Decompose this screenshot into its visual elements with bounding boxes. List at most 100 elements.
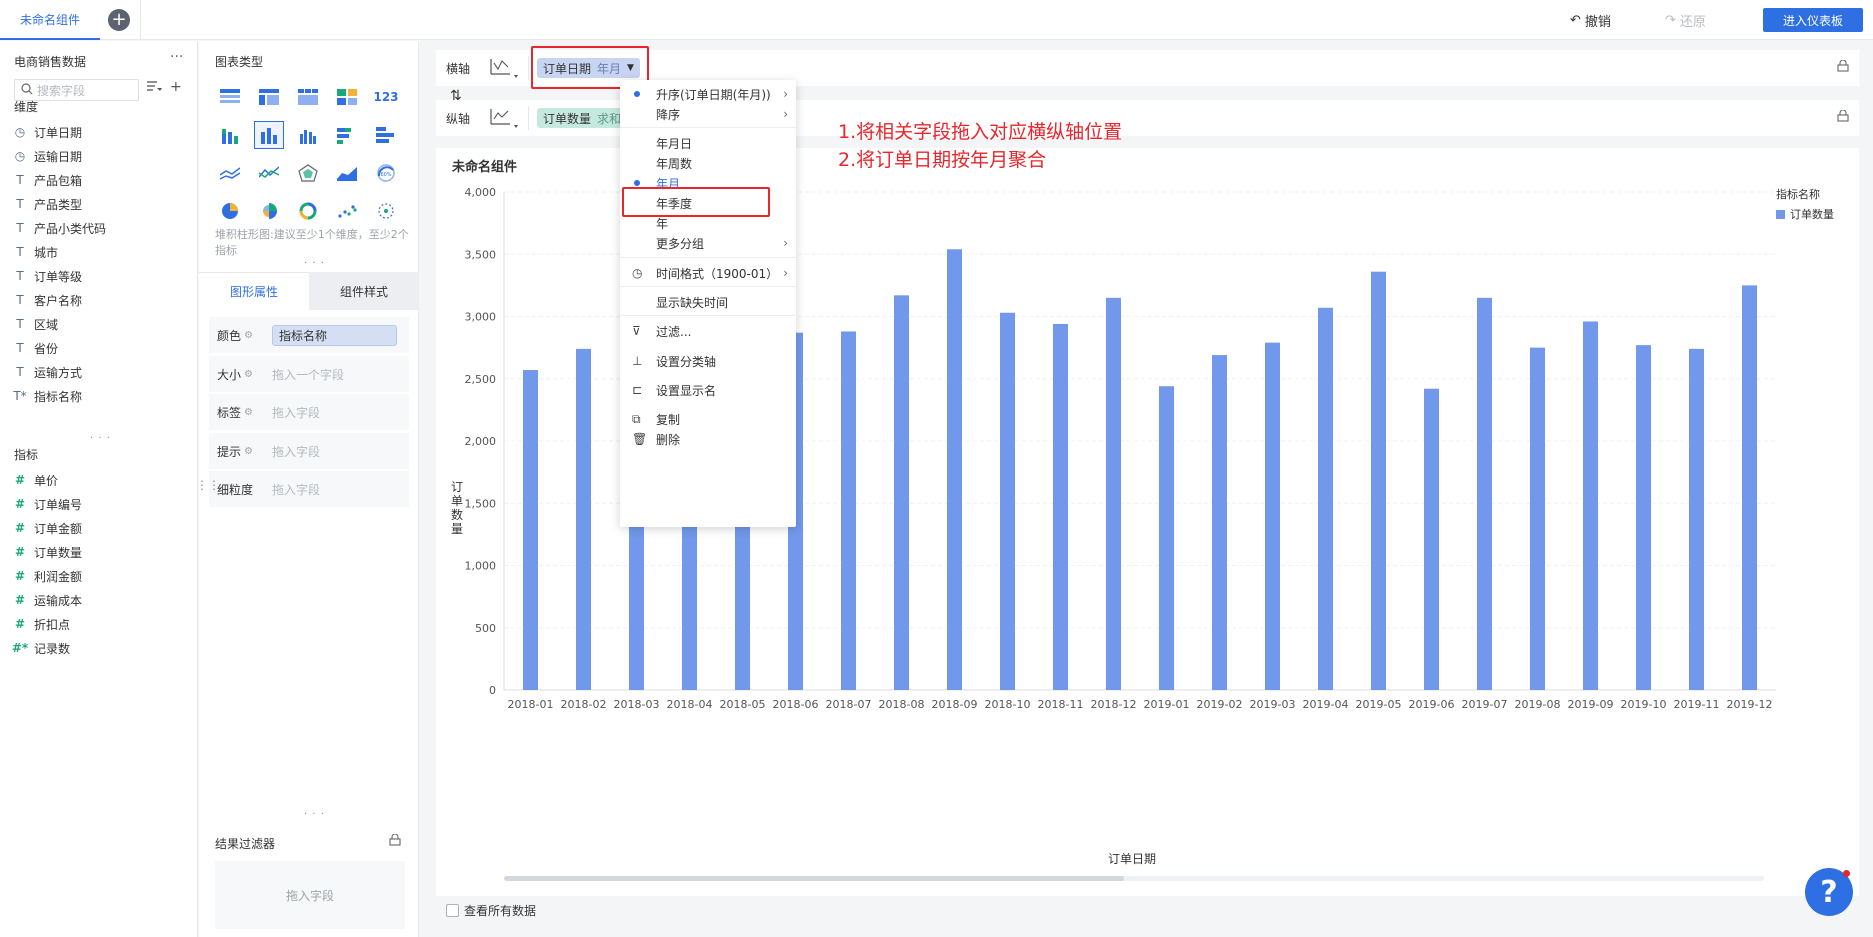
bar[interactable] [1636, 345, 1651, 690]
property-dropzone[interactable]: 拖入字段 [272, 404, 320, 421]
axis-type-icon[interactable] [488, 57, 522, 83]
lock-icon[interactable] [1837, 59, 1849, 75]
dimension-field-item[interactable]: T 订单等级 [14, 264, 106, 288]
bar[interactable] [1318, 307, 1333, 690]
dimension-field-item[interactable]: ◷ 运输日期 [14, 144, 106, 168]
bar[interactable] [1371, 271, 1386, 690]
dimension-field-item[interactable]: T 区域 [14, 312, 106, 336]
bar[interactable] [894, 295, 909, 690]
bar[interactable] [1583, 321, 1598, 690]
view-all-checkbox[interactable] [446, 904, 459, 917]
dropdown-item[interactable]: ◷ 时间格式（1900-01） › [620, 262, 796, 284]
property-row[interactable]: 细粒度 拖入字段 [209, 471, 409, 507]
panel-drag-handle[interactable]: ⋮⋮ [196, 478, 220, 492]
dimension-field-item[interactable]: T 客户名称 [14, 288, 106, 312]
measure-field-item[interactable]: # 单价 [14, 468, 82, 492]
dropdown-item[interactable]: 显示缺失时间 [620, 291, 796, 313]
gauge-chart-icon[interactable]: 60% [371, 159, 401, 187]
bar[interactable] [1742, 285, 1757, 690]
property-row[interactable]: 提示 ⚙ 拖入字段 [209, 433, 409, 469]
bar[interactable] [1265, 342, 1280, 690]
dimension-field-item[interactable]: T 产品包箱 [14, 168, 106, 192]
bar[interactable] [1477, 297, 1492, 690]
dimension-field-item[interactable]: T 运输方式 [14, 360, 106, 384]
bar[interactable] [576, 348, 591, 690]
bar[interactable] [947, 249, 962, 690]
property-dropzone[interactable]: 拖入字段 [272, 443, 320, 460]
dropdown-item[interactable]: ⊽ 过滤... [620, 320, 796, 342]
dimension-field-item[interactable]: T 省份 [14, 336, 106, 360]
dropdown-item[interactable]: 降序 › [620, 103, 796, 125]
measure-field-item[interactable]: # 订单金额 [14, 516, 82, 540]
lock-icon[interactable] [1837, 109, 1849, 125]
bar[interactable] [1053, 323, 1068, 690]
dropdown-item[interactable]: 更多分组 › [620, 232, 796, 254]
dimension-field-item[interactable]: T 城市 [14, 240, 106, 264]
table-chart-icon[interactable] [215, 83, 245, 111]
redo-button[interactable]: ↷ 还原 [1665, 11, 1706, 30]
bar[interactable] [841, 331, 856, 690]
cross-table-icon[interactable] [254, 83, 284, 111]
tab-unnamed-component[interactable]: 未命名组件 [0, 0, 100, 40]
view-all-data-toggle[interactable]: 查看所有数据 [446, 902, 536, 919]
sort-list-icon[interactable] [146, 79, 162, 97]
stacked-column-icon[interactable] [215, 121, 245, 149]
dropdown-item[interactable]: 🗑 删除 [620, 428, 796, 450]
measure-field-item[interactable]: # 订单编号 [14, 492, 82, 516]
bar[interactable] [523, 370, 538, 690]
dropdown-item[interactable]: ⧉ 复制 [620, 408, 796, 430]
property-row[interactable]: 颜色 ⚙ 指标名称 [209, 317, 409, 353]
add-field-icon[interactable]: + [170, 79, 182, 97]
bar[interactable] [1212, 355, 1227, 690]
measure-field-item[interactable]: # 订单数量 [14, 540, 82, 564]
detail-table-icon[interactable] [293, 83, 323, 111]
resize-handle[interactable]: · · · [90, 433, 111, 444]
bar[interactable] [1000, 312, 1015, 690]
legend-item[interactable]: 订单数量 [1776, 206, 1834, 222]
more-icon[interactable]: ··· [170, 49, 183, 65]
column-chart-icon[interactable] [254, 121, 284, 149]
bar[interactable] [1159, 386, 1174, 690]
gear-icon[interactable]: ⚙ [244, 446, 253, 457]
bar[interactable] [1106, 297, 1121, 690]
measure-field-item[interactable]: # 折扣点 [14, 612, 82, 636]
bar[interactable] [1530, 347, 1545, 690]
property-dropzone[interactable]: 拖入字段 [272, 481, 320, 498]
dimension-field-item[interactable]: T 产品类型 [14, 192, 106, 216]
line-chart-icon[interactable] [215, 159, 245, 187]
property-dropzone[interactable]: 拖入一个字段 [272, 366, 344, 383]
axis-type-icon[interactable] [488, 107, 522, 133]
measure-field-item[interactable]: # 运输成本 [14, 588, 82, 612]
bar-chart-icon[interactable] [371, 121, 401, 149]
heatmap-table-icon[interactable] [332, 83, 362, 111]
property-row[interactable]: 标签 ⚙ 拖入字段 [209, 394, 409, 430]
property-row[interactable]: 大小 ⚙ 拖入一个字段 [209, 356, 409, 392]
kpi-number-icon[interactable]: 123 [371, 83, 401, 111]
grouped-column-icon[interactable] [293, 121, 323, 149]
bubble-chart-icon[interactable] [371, 197, 401, 225]
dimension-field-item[interactable]: ◷ 订单日期 [14, 120, 106, 144]
dropdown-item[interactable]: 年周数 [620, 152, 796, 174]
rose-chart-icon[interactable] [254, 197, 284, 225]
dropdown-item[interactable]: 年月日 [620, 132, 796, 154]
donut-chart-icon[interactable] [293, 197, 323, 225]
tab-component-style[interactable]: 组件样式 [309, 272, 419, 310]
bar[interactable] [1689, 348, 1704, 690]
enter-dashboard-button[interactable]: 进入仪表板 [1763, 8, 1863, 32]
scatter-chart-icon[interactable] [332, 197, 362, 225]
dropdown-item[interactable]: ⊏ 设置显示名 [620, 379, 796, 401]
dropdown-item[interactable]: 升序(订单日期(年月)) › [620, 83, 796, 105]
property-field-chip[interactable]: 指标名称 [272, 324, 397, 346]
bar[interactable] [1424, 388, 1439, 690]
gear-icon[interactable]: ⚙ [244, 407, 253, 418]
area-line-icon[interactable] [254, 159, 284, 187]
area-chart-icon[interactable] [332, 159, 362, 187]
undo-button[interactable]: ↶ 撤销 [1570, 11, 1611, 30]
gear-icon[interactable]: ⚙ [244, 369, 253, 380]
pie-chart-icon[interactable] [215, 197, 245, 225]
tab-graph-properties[interactable]: 图形属性 [199, 272, 309, 310]
lock-icon[interactable] [389, 833, 401, 849]
measure-field-item[interactable]: # 利润金额 [14, 564, 82, 588]
dimension-field-item[interactable]: T* 指标名称 [13, 384, 106, 408]
chart-horizontal-scrollbar[interactable] [504, 876, 1764, 881]
